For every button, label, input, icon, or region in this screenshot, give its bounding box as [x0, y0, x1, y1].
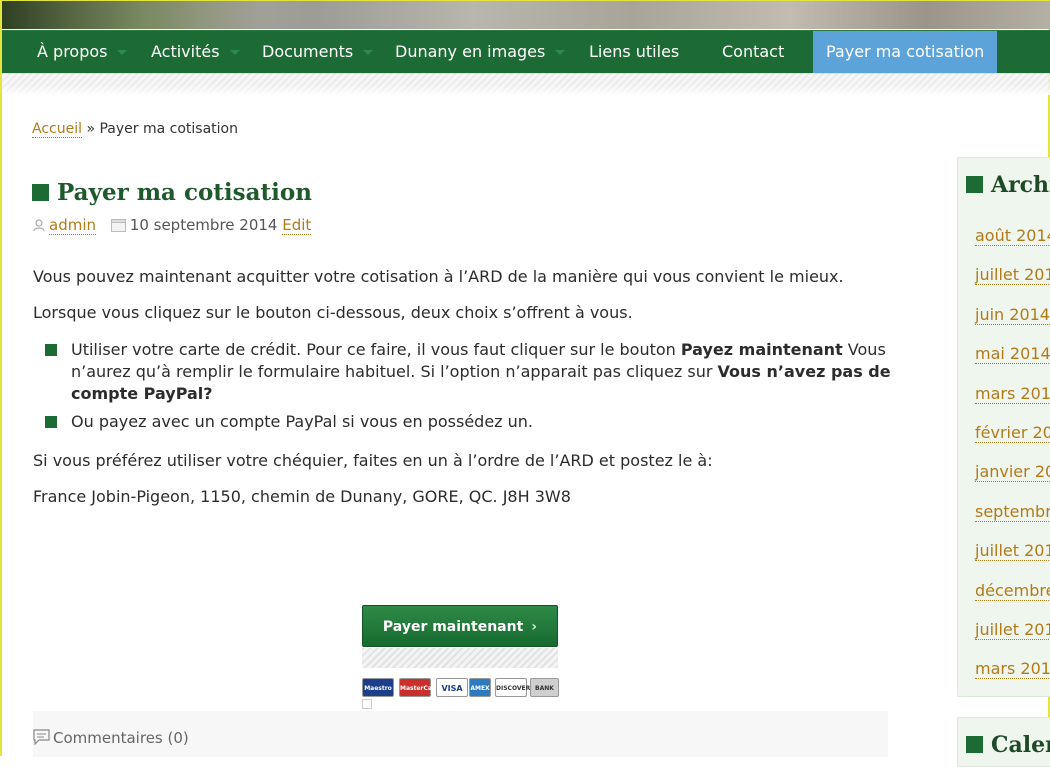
calendar-icon: [110, 218, 126, 236]
archive-link[interactable]: février 2014: [975, 423, 1050, 444]
nav-item-label: Documents: [262, 42, 354, 61]
archive-link[interactable]: mars 2014: [975, 383, 1050, 404]
post-date: 10 septembre 2014: [129, 216, 278, 234]
sidebar-archives: Archives août 2014 juillet 2014 juin 201…: [957, 157, 1050, 697]
archives-list: août 2014 juillet 2014 juin 2014 mai 201…: [975, 216, 1050, 689]
nav-item-a-propos[interactable]: À propos: [37, 31, 128, 73]
card-label: AMEX: [470, 685, 490, 692]
list-item: janvier 2014: [975, 452, 1050, 491]
archive-link[interactable]: décembre 2012: [975, 580, 1050, 601]
paragraph-cheque: Si vous préférez utiliser votre chéquier…: [33, 451, 713, 470]
card-label: Maestro: [364, 685, 392, 692]
card-label: VISA: [441, 684, 463, 693]
list-item: juillet 2014: [975, 255, 1050, 294]
breadcrumb-home-link[interactable]: Accueil: [32, 121, 82, 138]
breadcrumb-current: Payer ma cotisation: [99, 121, 238, 137]
user-icon: [33, 218, 45, 236]
nav-item-label: Payer ma cotisation: [826, 42, 985, 61]
nav-item-label: Dunany en images: [395, 42, 546, 61]
bank-card-icon: BANK: [530, 678, 559, 697]
list-item: Utiliser votre carte de crédit. Pour ce …: [45, 339, 893, 405]
archive-link[interactable]: juillet 2013: [975, 541, 1050, 562]
list-text: Ou payez avec un compte PayPal si vous e…: [71, 412, 534, 431]
list-item: juillet 2012: [975, 610, 1050, 649]
list-bold-text: Payez maintenant: [680, 340, 843, 359]
comment-icon: [33, 729, 50, 749]
chevron-down-icon: [117, 50, 128, 55]
card-label: BANK: [535, 685, 554, 692]
archive-link[interactable]: mai 2014: [975, 344, 1050, 365]
paypal-button-shadow: [362, 648, 558, 668]
nav-item-documents[interactable]: Documents: [262, 31, 374, 73]
list-text: Utiliser votre carte de crédit. Pour ce …: [71, 340, 681, 359]
archives-title: Archives: [966, 172, 1050, 198]
paragraph-address: France Jobin-Pigeon, 1150, chemin de Dun…: [33, 487, 571, 506]
nav-item-activites[interactable]: Activités: [151, 31, 240, 73]
breadcrumb: Accueil » Payer ma cotisation: [32, 121, 238, 138]
comments-bar: Commentaires (0): [33, 711, 888, 757]
author-link[interactable]: admin: [49, 216, 96, 235]
title-square-icon: [966, 176, 983, 193]
chevron-down-icon: [555, 50, 566, 55]
archive-link[interactable]: juin 2014: [975, 304, 1050, 325]
list-item: septembre 2013: [975, 492, 1050, 531]
archive-link[interactable]: mars 2012: [975, 659, 1050, 680]
list-item: février 2014: [975, 413, 1050, 452]
maestro-card-icon: Maestro: [362, 678, 394, 697]
calendar-title-text: Calendrier: [991, 732, 1050, 758]
nav-item-contact[interactable]: Contact: [722, 31, 784, 73]
calendar-title: Calendrier: [966, 732, 1050, 758]
list-item: mars 2014: [975, 374, 1050, 413]
amex-card-icon: AMEX: [469, 678, 491, 697]
post-meta: admin 10 septembre 2014 Edit: [33, 216, 312, 236]
title-square-icon: [32, 184, 49, 201]
list-item: juillet 2013: [975, 531, 1050, 570]
archive-link[interactable]: janvier 2014: [975, 462, 1050, 483]
list-item: mars 2012: [975, 649, 1050, 688]
nav-item-label: Liens utiles: [589, 42, 680, 61]
chevron-right-icon: ›: [531, 619, 538, 635]
list-item: Ou payez avec un compte PayPal si vous e…: [45, 411, 893, 433]
nav-item-payer-ma-cotisation[interactable]: Payer ma cotisation: [813, 31, 998, 73]
post-content: Vous pouvez maintenant acquitter votre c…: [33, 263, 893, 519]
archive-link[interactable]: août 2014: [975, 226, 1050, 246]
card-label: MasterCard: [400, 685, 440, 692]
visa-card-icon: VISA: [436, 678, 468, 697]
paypal-button-label: Payer maintenant: [382, 619, 524, 635]
discover-card-icon: DISCOVER: [495, 678, 531, 697]
archive-link[interactable]: juillet 2014: [975, 265, 1050, 286]
comments-link[interactable]: Commentaires (0): [53, 729, 189, 747]
archives-title-text: Archives: [991, 172, 1050, 198]
page-title: Payer ma cotisation: [32, 179, 312, 206]
paragraph-choices: Lorsque vous cliquez sur le bouton ci-de…: [33, 303, 633, 322]
banner-trees: [2, 1, 262, 29]
nav-shadow: [2, 73, 1050, 95]
chevron-down-icon: [229, 50, 240, 55]
list-item: mai 2014: [975, 334, 1050, 373]
nav-item-dunany-en-images[interactable]: Dunany en images: [395, 31, 566, 73]
title-square-icon: [966, 736, 983, 753]
nav-item-liens-utiles[interactable]: Liens utiles: [589, 31, 679, 73]
list-item: juin 2014: [975, 295, 1050, 334]
sidebar-calendar: Calendrier: [957, 717, 1050, 767]
nav-item-label: À propos: [37, 42, 108, 61]
nav-item-label: Activités: [151, 42, 220, 61]
nav-item-label: Contact: [722, 42, 785, 61]
chevron-down-icon: [363, 50, 374, 55]
page-title-text: Payer ma cotisation: [57, 179, 312, 206]
edit-link[interactable]: Edit: [282, 216, 312, 235]
header-banner-image: [2, 1, 1050, 29]
options-list: Utiliser votre carte de crédit. Pour ce …: [45, 339, 893, 433]
list-item: août 2014: [975, 216, 1050, 255]
breadcrumb-separator: »: [86, 121, 96, 137]
paypal-pay-now-button[interactable]: Payer maintenant ›: [362, 605, 558, 647]
paragraph-intro: Vous pouvez maintenant acquitter votre c…: [33, 267, 844, 286]
archive-link[interactable]: septembre 2013: [975, 501, 1050, 522]
card-label: DISCOVER: [496, 685, 531, 692]
mastercard-card-icon: MasterCard: [399, 678, 439, 697]
list-item: décembre 2012: [975, 571, 1050, 610]
tracking-pixel: [362, 699, 372, 709]
main-nav: À propos Activités Documents Dunany en i…: [2, 30, 1050, 74]
archive-link[interactable]: juillet 2012: [975, 620, 1050, 641]
